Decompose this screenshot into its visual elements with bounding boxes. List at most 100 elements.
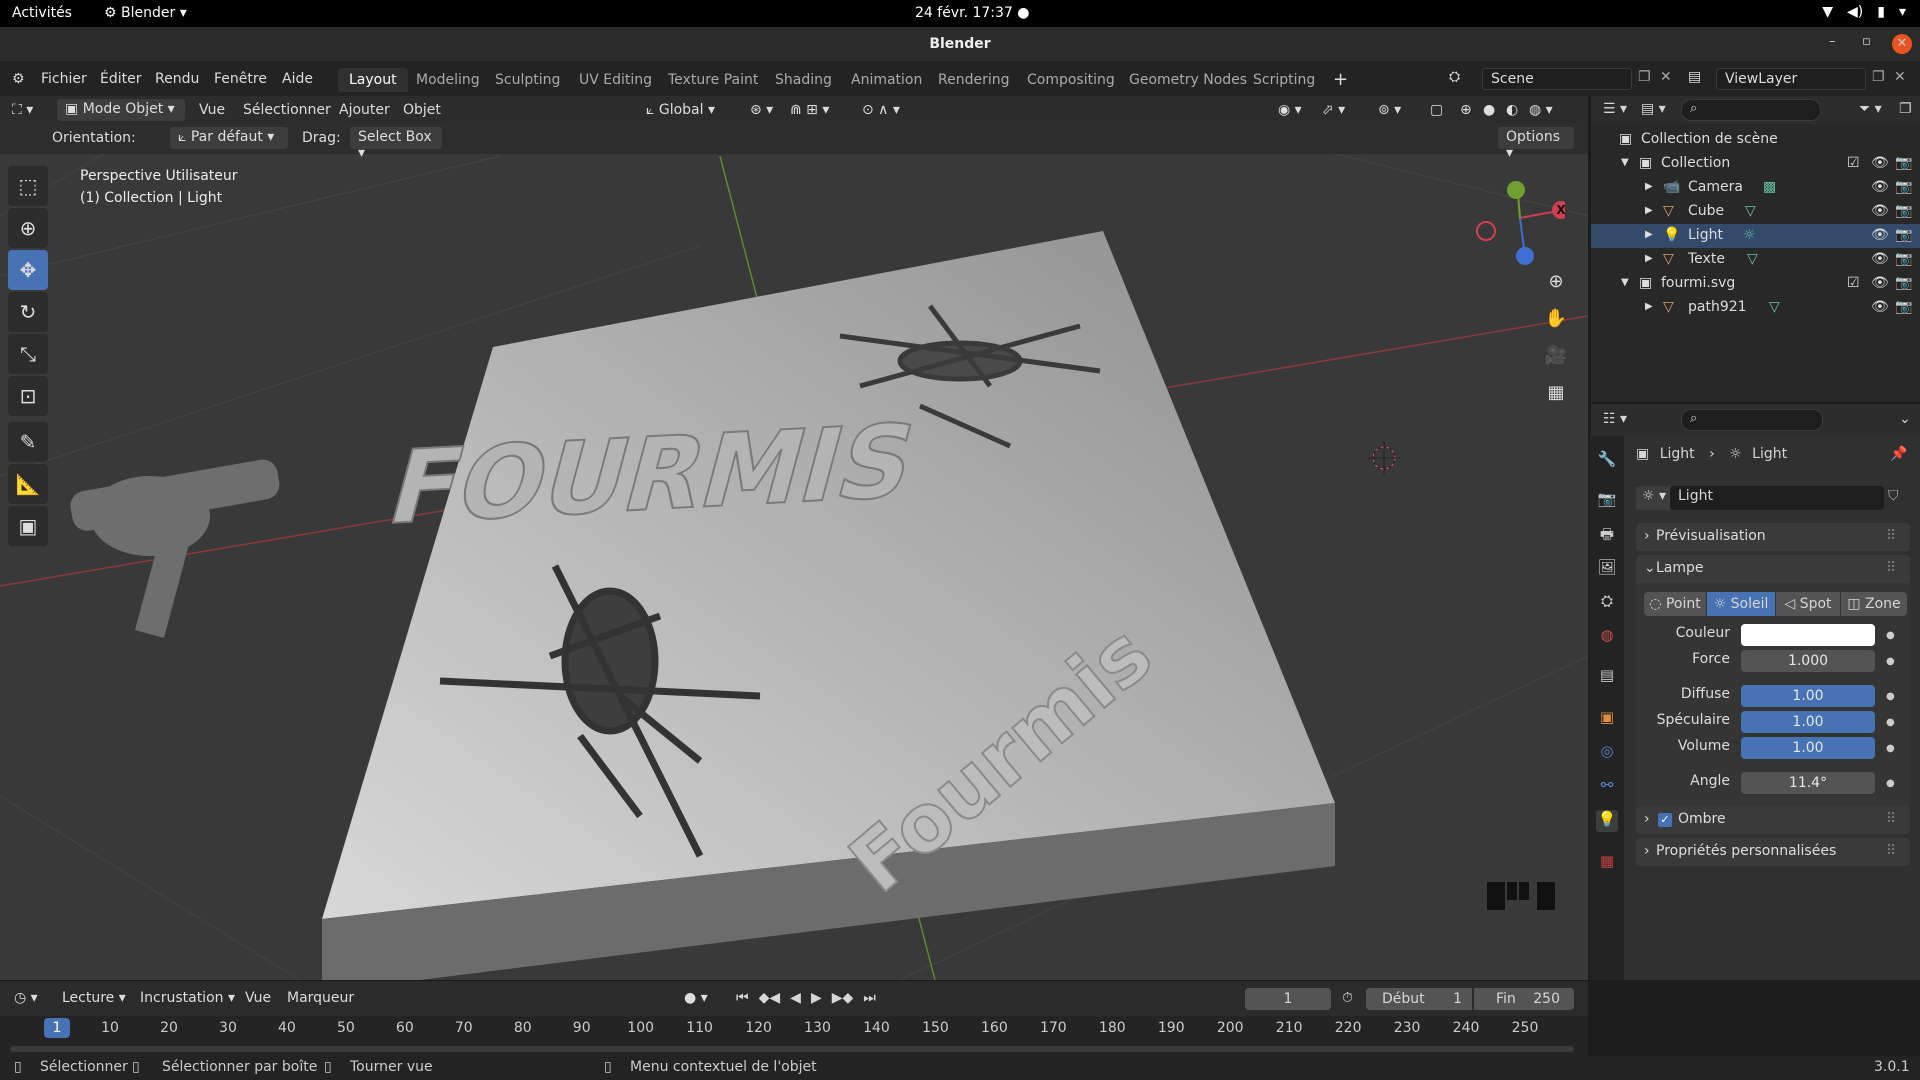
tab-uv-editing[interactable]: UV Editing [568, 68, 663, 92]
section-shadow[interactable]: › ✓ Ombre ⠿ [1636, 806, 1910, 834]
menu-objet[interactable]: Objet [403, 102, 441, 118]
blender-logo-icon[interactable]: ⚙ [12, 71, 25, 87]
scene-field[interactable]: Scene [1482, 68, 1632, 90]
force-field[interactable]: 1.000 [1741, 650, 1875, 672]
tab-modeling[interactable]: Modeling [405, 68, 491, 92]
jump-start-icon[interactable]: ⏮ [736, 990, 749, 1006]
properties-search[interactable]: ⌕ [1681, 409, 1823, 431]
tab-texture-paint[interactable]: Texture Paint [657, 68, 769, 92]
record-icon[interactable]: ● ▾ [684, 990, 708, 1006]
datablock-name-field[interactable]: Light [1670, 486, 1884, 510]
lamp-type-spot[interactable]: ◁ Spot [1776, 592, 1840, 616]
tree-row-fourmi-svg[interactable]: ▼ ▣ fourmi.svg ☑ 👁 📷 [1591, 272, 1920, 296]
expand-icon[interactable]: ▼ [1621, 277, 1629, 288]
clock[interactable]: 24 févr. 17:37 ● [915, 5, 1029, 21]
editor-type-icon[interactable]: ⛶ ▾ [12, 102, 33, 118]
close-button[interactable]: ✕ [1892, 34, 1912, 54]
menu-vue[interactable]: Vue [199, 102, 225, 118]
pivot-icon[interactable]: ⊛ ▾ [750, 102, 773, 118]
section-custom-properties[interactable]: › Propriétés personnalisées ⠿ [1636, 838, 1910, 866]
render-camera-icon[interactable]: 📷 [1895, 251, 1912, 267]
keyframe-dot-icon[interactable]: ● [1886, 717, 1895, 728]
light-object[interactable] [1367, 441, 1401, 475]
navigation-gizmo[interactable]: X [1475, 176, 1565, 266]
start-frame-field[interactable]: Début 1 [1366, 988, 1472, 1010]
render-camera-icon[interactable]: 📷 [1895, 203, 1912, 219]
expand-icon[interactable]: ▶ [1645, 229, 1653, 240]
scene-icon[interactable]: ⛭ [1449, 69, 1460, 85]
cursor-tool-icon[interactable]: ⊕ [8, 208, 48, 248]
object-tab-icon[interactable]: ▣ [1596, 708, 1618, 730]
proportional-edit-icon[interactable]: ⊙ ∧ ▾ [862, 102, 900, 118]
current-frame-field[interactable]: 1 [1245, 988, 1331, 1010]
checkbox-icon[interactable]: ☑ [1847, 275, 1860, 291]
timeline-editor-icon[interactable]: ◷ ▾ [14, 990, 38, 1006]
tab-geometry-nodes[interactable]: Geometry Nodes [1118, 68, 1258, 92]
render-tab-icon[interactable]: 📷 [1596, 490, 1618, 512]
app-menu[interactable]: ⚙ Blender ▾ [104, 5, 187, 21]
menu-lecture[interactable]: Lecture ▾ [62, 990, 126, 1006]
expand-icon[interactable]: ▶ [1645, 301, 1653, 312]
keyframe-dot-icon[interactable]: ● [1886, 691, 1895, 702]
menu-rendu[interactable]: Rendu [155, 71, 199, 87]
shadow-checkbox[interactable]: ✓ [1658, 813, 1672, 827]
shading-solid-icon[interactable]: ● [1483, 102, 1495, 118]
lamp-type-point[interactable]: ◌ Point [1644, 592, 1706, 616]
texture-tab-icon[interactable]: ▦ [1596, 852, 1618, 874]
timeline-track[interactable]: 1 10 20 30 40 50 60 70 80 90 100 110 120 130 140 150 160… [0, 1016, 1588, 1056]
menu-incrustation[interactable]: Incrustation ▾ [140, 990, 235, 1006]
drag-dropdown[interactable]: Select Box ▾ [350, 127, 442, 161]
shading-wireframe-icon[interactable]: ⊕ [1460, 102, 1472, 118]
properties-editor-icon[interactable]: ☷ ▾ [1603, 411, 1627, 427]
menu-selectionner[interactable]: Sélectionner [243, 102, 331, 118]
tab-shading[interactable]: Shading [764, 68, 843, 92]
viewlayer-icon[interactable]: ▤ [1688, 69, 1701, 85]
tree-row-texte[interactable]: ▶ ▽ Texte ▽ 👁 📷 [1591, 248, 1920, 272]
move-tool-icon[interactable]: ✥ [8, 250, 48, 290]
tree-row-scene-collection[interactable]: ▣ Collection de scène [1591, 128, 1920, 152]
expand-icon[interactable]: ▶ [1645, 181, 1653, 192]
eye-icon[interactable]: 👁 [1871, 155, 1889, 171]
light-data-tab-icon[interactable]: 💡 [1596, 810, 1618, 832]
xray-icon[interactable]: ▢ [1430, 102, 1443, 118]
constraints-tab-icon[interactable]: ⚯ [1596, 776, 1618, 798]
activities-button[interactable]: Activités [12, 5, 72, 21]
annotate-tool-icon[interactable]: ✎ [8, 422, 48, 462]
volume-field[interactable]: 1.00 [1741, 737, 1875, 759]
jump-end-icon[interactable]: ⏭ [863, 990, 876, 1006]
keyframe-dot-icon[interactable]: ● [1886, 778, 1895, 789]
render-camera-icon[interactable]: 📷 [1895, 227, 1912, 243]
expand-icon[interactable]: ▶ [1645, 205, 1653, 216]
select-box-tool-icon[interactable]: ⬚ [8, 166, 48, 206]
outliner-search[interactable]: ⌕ [1681, 99, 1821, 121]
eye-icon[interactable]: 👁 [1871, 203, 1889, 219]
transform-tool-icon[interactable]: ⊡ [8, 376, 48, 416]
chevron-down-icon[interactable]: ⌄ [1899, 411, 1911, 427]
section-preview[interactable]: › Prévisualisation ⠿ [1636, 523, 1910, 551]
add-cube-tool-icon[interactable]: ▣ [8, 506, 48, 546]
tree-row-cube[interactable]: ▶ ▽ Cube ▽ 👁 📷 [1591, 200, 1920, 224]
maximize-button[interactable]: ▫ [1862, 34, 1871, 49]
keyframe-dot-icon[interactable]: ● [1886, 656, 1895, 667]
render-camera-icon[interactable]: 📷 [1895, 179, 1912, 195]
shading-material-icon[interactable]: ◐ [1506, 102, 1518, 118]
3d-viewport[interactable]: FOURMIS Fourmis Perspective Utilisateur … [0, 96, 1588, 980]
angle-field[interactable]: 11.4° [1741, 772, 1875, 794]
world-tab-icon[interactable]: ◍ [1596, 626, 1618, 648]
render-camera-icon[interactable]: 📷 [1895, 299, 1912, 315]
expand-icon[interactable]: ▶ [1645, 253, 1653, 264]
visibility-icon[interactable]: ◉ ▾ [1278, 102, 1302, 118]
render-camera-icon[interactable]: 📷 [1895, 155, 1912, 171]
lamp-type-soleil[interactable]: ☼ Soleil [1707, 592, 1775, 616]
menu-editer[interactable]: Éditer [100, 71, 141, 87]
menu-ajouter[interactable]: Ajouter [339, 102, 390, 118]
color-swatch[interactable] [1741, 624, 1875, 646]
tree-row-collection[interactable]: ▼ ▣ Collection ☑ 👁 📷 [1591, 152, 1920, 176]
measure-tool-icon[interactable]: 📐 [8, 464, 48, 504]
options-dropdown[interactable]: Options ▾ [1498, 127, 1574, 161]
new-scene-icon[interactable]: ❐ [1638, 69, 1651, 85]
scale-tool-icon[interactable]: ⤡ [8, 334, 48, 374]
gizmo-toggle-icon[interactable]: ⬀ ▾ [1322, 102, 1345, 118]
keyframe-dot-icon[interactable]: ● [1886, 630, 1895, 641]
physics-tab-icon[interactable]: ◎ [1596, 742, 1618, 764]
